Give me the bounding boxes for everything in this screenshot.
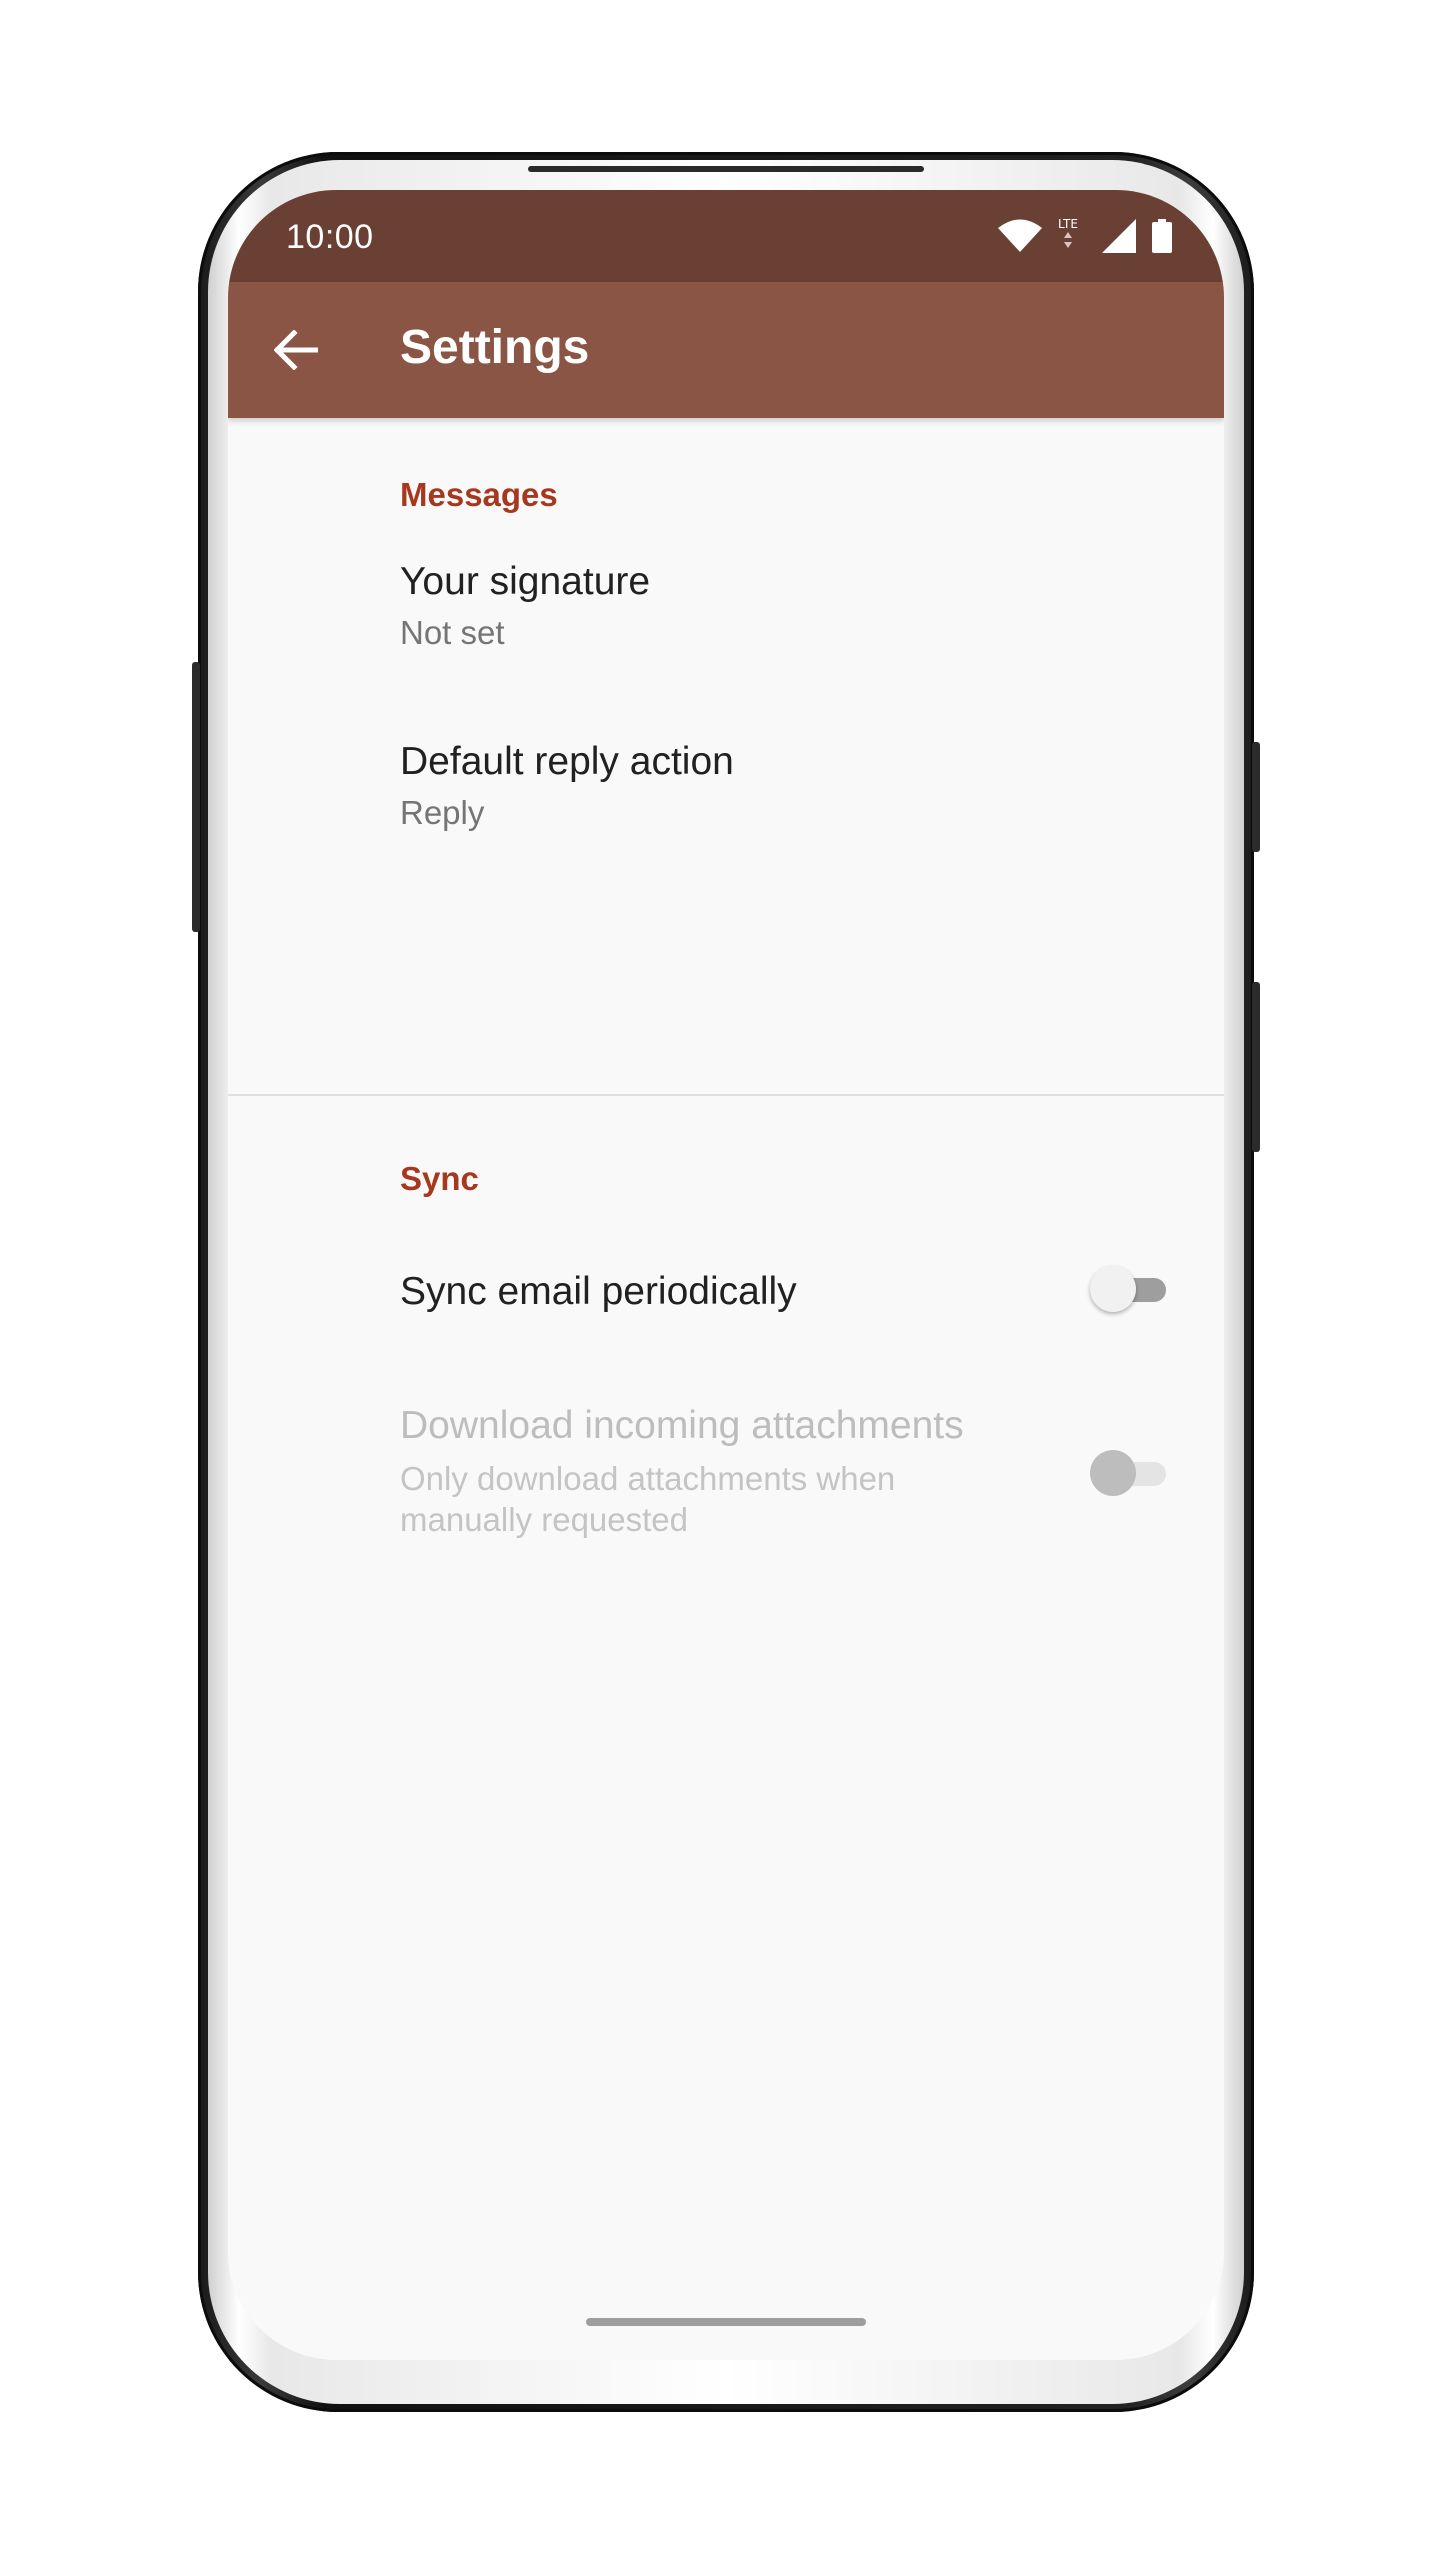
page-title: Settings bbox=[400, 321, 590, 374]
arrow-back-icon bbox=[274, 330, 318, 370]
cell-signal-icon bbox=[1102, 219, 1136, 253]
home-indicator[interactable] bbox=[586, 2318, 866, 2326]
side-button-left bbox=[192, 662, 200, 932]
status-icons: LTE bbox=[998, 216, 1172, 256]
section-header-sync: Sync bbox=[400, 1160, 479, 1197]
lte-icon: LTE bbox=[1058, 217, 1078, 248]
download-attachments-switch bbox=[1090, 1448, 1170, 1498]
pref-default-reply-action[interactable]: Default reply action Reply bbox=[228, 708, 1224, 878]
lte-label: LTE bbox=[1058, 217, 1078, 231]
pref-sync-email-periodically[interactable]: Sync email periodically bbox=[228, 1228, 1224, 1358]
side-button-right-top bbox=[1252, 742, 1260, 852]
pref-title: Sync email periodically bbox=[400, 1270, 797, 1313]
earpiece-speaker bbox=[528, 166, 924, 172]
status-time: 10:00 bbox=[286, 218, 374, 256]
sync-periodic-switch[interactable] bbox=[1090, 1264, 1170, 1314]
switch-thumb bbox=[1090, 1450, 1136, 1496]
phone-frame: 10:00 LTE Settings Messages Your signatu… bbox=[192, 152, 1260, 2412]
pref-download-incoming-attachments: Download incoming attachments Only downl… bbox=[228, 1378, 1224, 1578]
wifi-icon bbox=[998, 219, 1042, 252]
pref-title: Default reply action bbox=[400, 740, 734, 783]
app-bar: Settings bbox=[228, 282, 1224, 418]
pref-title: Your signature bbox=[400, 560, 651, 603]
battery-icon bbox=[1152, 219, 1172, 253]
status-bar: 10:00 LTE bbox=[228, 190, 1224, 282]
pref-summary: Only download attachments when manually … bbox=[400, 1460, 896, 1538]
screen: 10:00 LTE Settings Messages Your signatu… bbox=[228, 190, 1224, 2360]
back-button[interactable] bbox=[264, 318, 328, 382]
pref-summary: Reply bbox=[400, 794, 485, 831]
switch-thumb bbox=[1090, 1266, 1136, 1312]
pref-your-signature[interactable]: Your signature Not set bbox=[228, 528, 1224, 698]
pref-summary: Not set bbox=[400, 614, 505, 651]
side-button-right-bottom bbox=[1252, 982, 1260, 1152]
section-divider bbox=[228, 1094, 1224, 1096]
section-header-messages: Messages bbox=[400, 476, 558, 513]
pref-title: Download incoming attachments bbox=[400, 1404, 964, 1447]
